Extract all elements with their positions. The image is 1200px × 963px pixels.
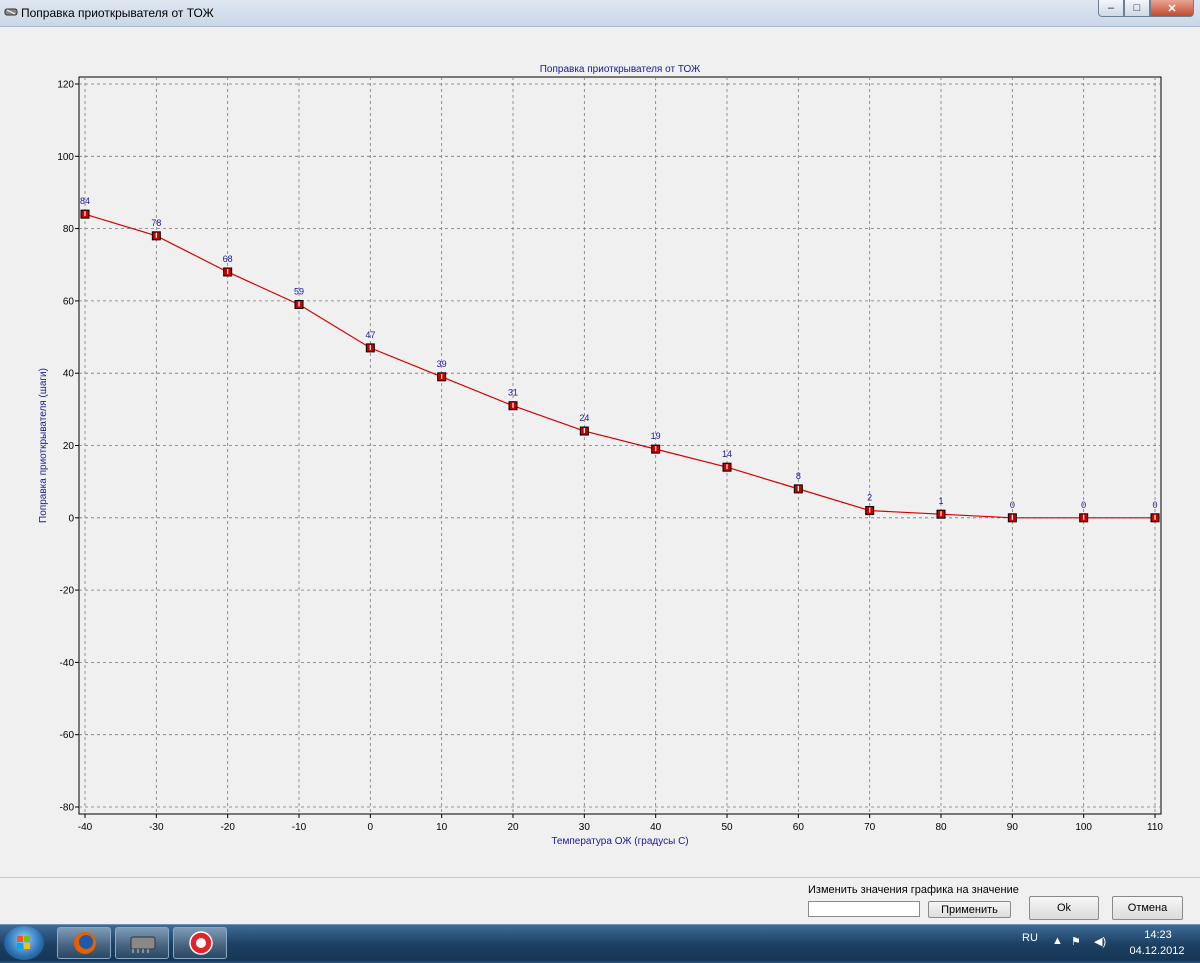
ok-button[interactable]: Ok: [1029, 896, 1099, 920]
data-label: 24: [579, 413, 589, 423]
x-tick-label: 110: [1147, 822, 1163, 833]
data-label: 19: [651, 431, 661, 441]
taskbar-chip-program[interactable]: [115, 927, 169, 959]
divider: [0, 877, 1200, 878]
y-tick-label: 120: [57, 80, 74, 91]
data-label: 2: [867, 493, 872, 503]
x-tick-label: -20: [220, 822, 235, 833]
data-label: 39: [437, 359, 447, 369]
x-tick-label: 70: [864, 822, 876, 833]
x-tick-label: 20: [507, 822, 519, 833]
data-label: 14: [722, 449, 732, 459]
x-tick-label: 30: [579, 822, 591, 833]
x-tick-label: 50: [721, 822, 733, 833]
window-title: Поправка приоткрывателя от ТОЖ: [21, 6, 214, 20]
x-axis-label: Температура ОЖ (градусы С): [551, 836, 688, 847]
close-button[interactable]: ✕: [1150, 0, 1194, 17]
data-label: 68: [223, 254, 233, 264]
data-label: 59: [294, 287, 304, 297]
data-label: 0: [1152, 500, 1157, 510]
x-tick-label: 10: [436, 822, 448, 833]
line-chart: -40 -30 -20 -10 0 10 20 30 40 50 60 70 80 90 100 110-80…: [38, 64, 1163, 847]
apply-button[interactable]: Применить: [928, 901, 1011, 918]
value-input[interactable]: [808, 901, 920, 917]
y-tick-label: -80: [60, 803, 75, 814]
cancel-button[interactable]: Отмена: [1112, 896, 1183, 920]
y-tick-label: -60: [60, 730, 75, 741]
firefox-icon: [74, 932, 96, 954]
y-tick-label: 0: [68, 513, 74, 524]
x-tick-label: 80: [935, 822, 947, 833]
clock-time[interactable]: 14:23: [1138, 929, 1178, 941]
start-button[interactable]: [4, 926, 44, 960]
x-tick-label: -10: [292, 822, 307, 833]
y-axis-label: Поправка приоткрывателя (шаги): [38, 368, 49, 523]
chip-icon: [130, 936, 156, 953]
x-tick-label: -40: [78, 822, 93, 833]
taskbar-firefox[interactable]: [57, 927, 111, 959]
data-label: 84: [80, 196, 90, 206]
taskbar-record-app[interactable]: [173, 927, 227, 959]
x-tick-label: 40: [650, 822, 662, 833]
clock-date[interactable]: 04.12.2012: [1124, 945, 1190, 957]
y-tick-label: 40: [63, 369, 75, 380]
minimize-button[interactable]: –: [1098, 0, 1124, 17]
app-icon: [4, 8, 18, 16]
data-label: 78: [151, 218, 161, 228]
data-label: 1: [938, 496, 943, 506]
app-window: Поправка приоткрывателя от ТОЖ – □ ✕ -40…: [0, 0, 1200, 924]
windows-logo-icon: [17, 936, 30, 949]
window-controls: – □ ✕: [1098, 0, 1194, 18]
edit-caption: Изменить значения графика на значение: [808, 884, 1019, 896]
x-tick-label: 0: [368, 822, 374, 833]
action-center-flag-icon[interactable]: ⚑: [1071, 935, 1081, 948]
maximize-button[interactable]: □: [1124, 0, 1150, 17]
data-label: 0: [1081, 500, 1086, 510]
x-tick-label: 90: [1007, 822, 1019, 833]
language-indicator[interactable]: RU: [1022, 932, 1038, 944]
y-tick-label: 100: [57, 152, 74, 163]
data-label: 0: [1010, 500, 1015, 510]
record-icon: [189, 931, 213, 955]
taskbar: [0, 924, 1200, 961]
data-label: 31: [508, 388, 518, 398]
chart-area: -40 -30 -20 -10 0 10 20 30 40 50 60 70 80 90 100 110 -80…: [0, 27, 1200, 875]
data-label: 47: [365, 330, 375, 340]
tray-arrow-icon[interactable]: ▲: [1052, 935, 1063, 947]
y-tick-label: -40: [60, 658, 75, 669]
x-tick-label: -30: [149, 822, 164, 833]
y-tick-label: 80: [63, 224, 75, 235]
data-label: 8: [796, 471, 801, 481]
x-tick-label: 100: [1075, 822, 1092, 833]
y-tick-label: 20: [63, 441, 75, 452]
volume-icon[interactable]: ◀): [1094, 935, 1106, 948]
chart-title: Поправка приоткрывателя от ТОЖ: [540, 64, 701, 75]
y-tick-label: 60: [63, 296, 75, 307]
x-tick-label: 60: [793, 822, 805, 833]
y-tick-label: -20: [60, 586, 75, 597]
title-bar[interactable]: Поправка приоткрывателя от ТОЖ – □ ✕: [0, 0, 1200, 27]
